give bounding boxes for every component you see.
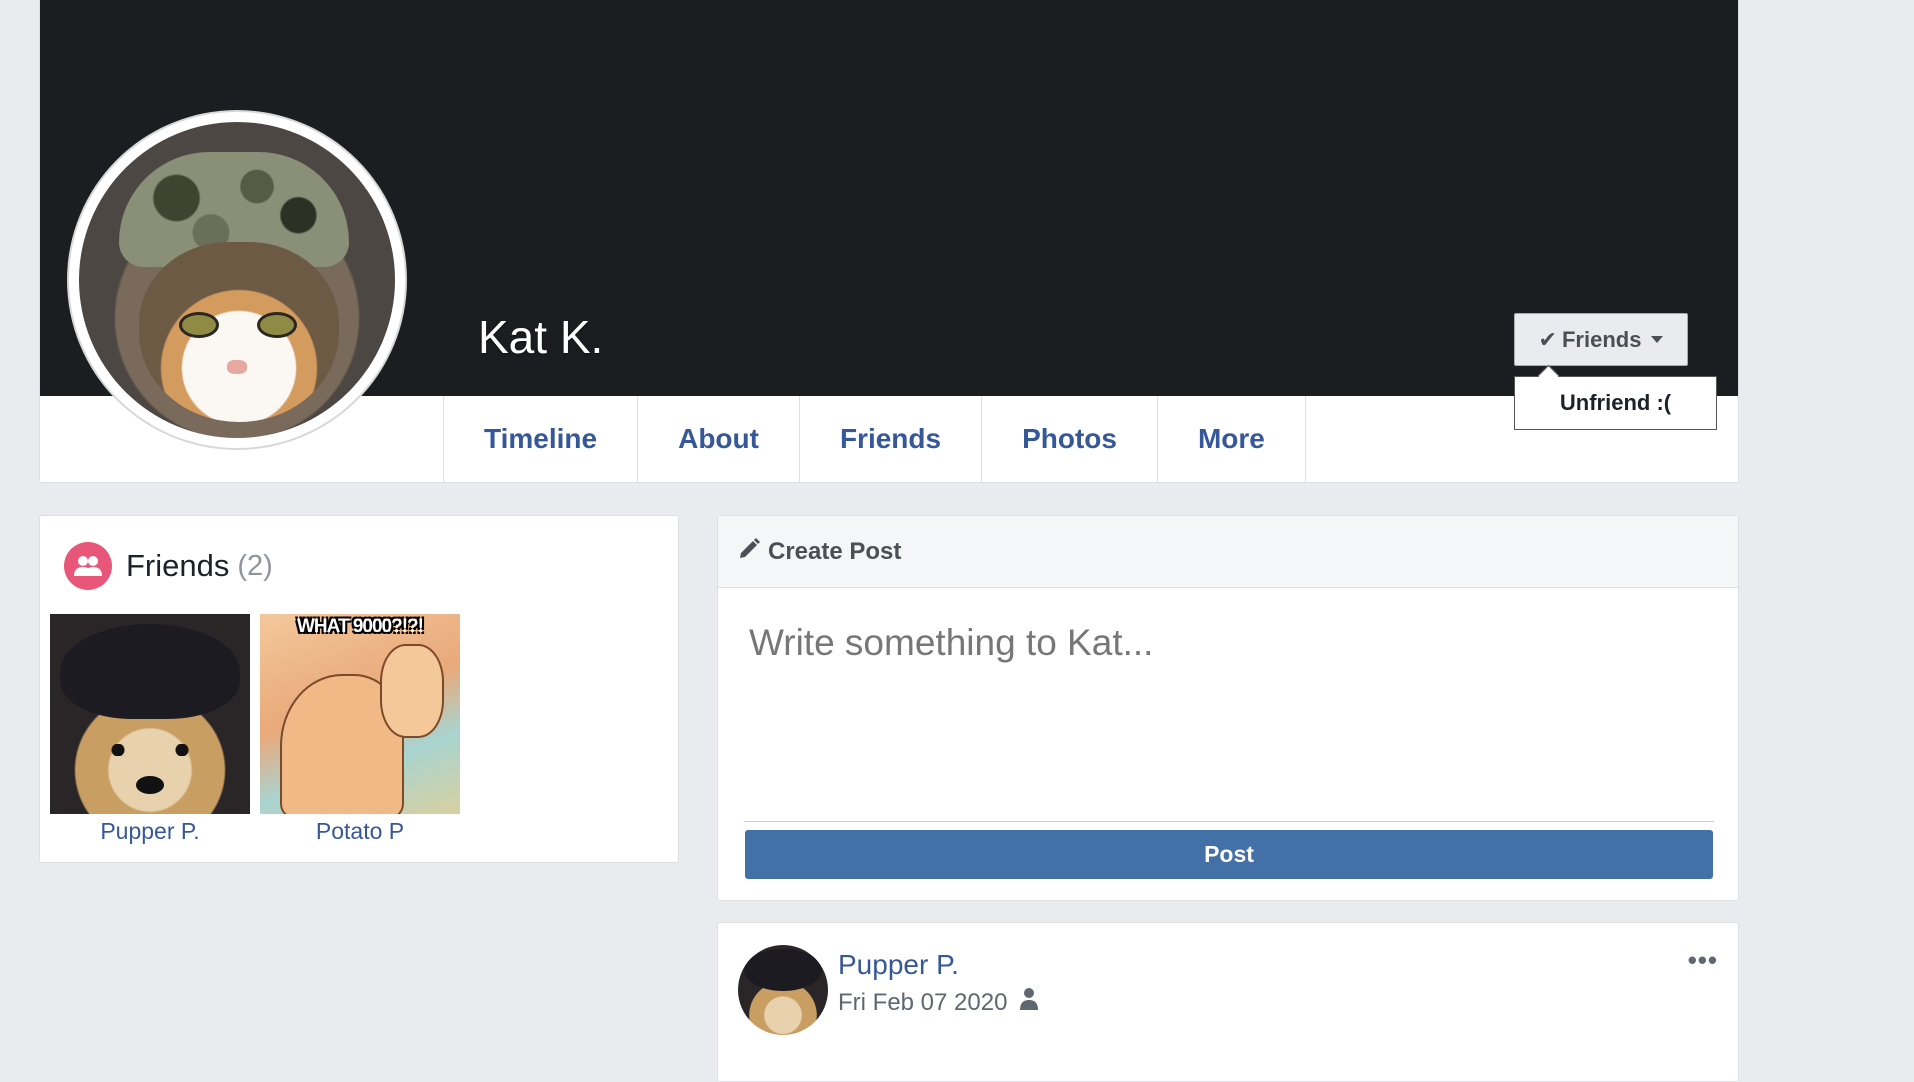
create-post-panel: Create Post Post: [717, 515, 1739, 901]
friend-photo[interactable]: WHAT 9000?!?!: [260, 614, 460, 814]
friends-icon: [64, 542, 112, 590]
meme-caption: WHAT 9000?!?!: [297, 616, 424, 637]
tab-more[interactable]: More: [1158, 396, 1306, 482]
pencil-icon: [738, 538, 760, 565]
caret-down-icon: [1651, 336, 1664, 343]
post-textarea[interactable]: [744, 602, 1714, 822]
friend-tile[interactable]: Pupper P.: [50, 614, 250, 845]
post-date: Fri Feb 07 2020: [838, 988, 1008, 1016]
tab-about[interactable]: About: [638, 396, 800, 482]
friend-name[interactable]: Potato P: [260, 818, 460, 845]
unfriend-label: Unfriend :(: [1559, 390, 1672, 415]
profile-name: Kat K.: [478, 311, 604, 363]
more-options-icon[interactable]: •••: [1688, 945, 1718, 976]
profile-tabs: Timeline About Friends Photos More: [443, 396, 1306, 482]
profile-picture[interactable]: [69, 112, 405, 448]
post-button[interactable]: Post: [745, 830, 1713, 879]
tab-timeline[interactable]: Timeline: [444, 396, 639, 482]
create-post-header: Create Post: [718, 516, 1738, 588]
friend-photo[interactable]: [50, 614, 250, 814]
friend-tile[interactable]: WHAT 9000?!?! Potato P: [260, 614, 460, 845]
feed-post: Pupper P. Fri Feb 07 2020 •••: [717, 922, 1739, 1082]
author-avatar[interactable]: [738, 945, 828, 1035]
person-icon: [1019, 987, 1039, 1018]
unfriend-menu-item[interactable]: Unfriend :(: [1514, 376, 1717, 430]
tab-photos[interactable]: Photos: [982, 396, 1158, 482]
tab-friends[interactable]: Friends: [800, 396, 983, 482]
create-post-label: Create Post: [768, 537, 902, 565]
friends-count: (2): [237, 549, 273, 582]
friends-button-label: Friends: [1561, 326, 1642, 352]
check-icon: ✔: [1538, 326, 1557, 352]
post-author[interactable]: Pupper P.: [838, 949, 959, 981]
friends-button[interactable]: ✔ Friends: [1514, 313, 1688, 366]
friends-panel-title: Friends (2): [64, 542, 273, 590]
friends-heading: Friends: [126, 548, 230, 583]
post-meta: Fri Feb 07 2020: [838, 987, 1039, 1018]
friend-name[interactable]: Pupper P.: [50, 818, 250, 845]
profile-card: Kat K. Timeline About Friends Photos Mor…: [39, 0, 1739, 483]
friends-panel: Friends (2) Pupper P. WHAT 9000?!?! Pota…: [39, 515, 679, 863]
profile-picture-image: [79, 122, 395, 438]
